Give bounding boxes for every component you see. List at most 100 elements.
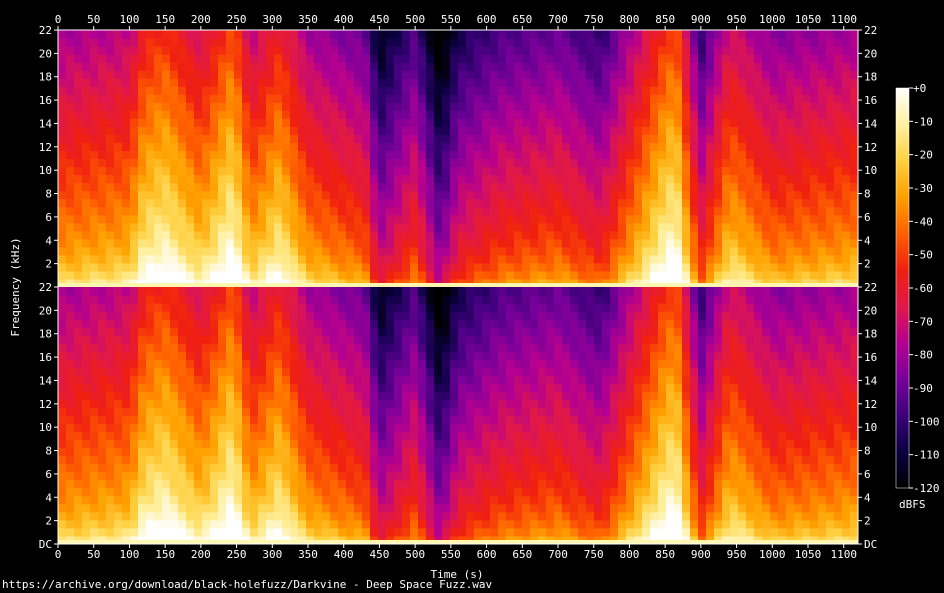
spectrogram-cell	[90, 62, 99, 71]
spectrogram-cell	[362, 222, 371, 232]
spectrogram-cell	[130, 391, 139, 400]
spectrogram-cell	[218, 527, 227, 537]
spectrogram-cell	[418, 487, 427, 497]
spectrogram-cell	[442, 230, 451, 240]
spectrogram-cell	[426, 254, 435, 264]
spectrogram-cell	[58, 343, 67, 352]
spectrogram-cell	[394, 375, 403, 384]
spectrogram-cell	[130, 110, 139, 119]
spectrogram-cell	[362, 38, 371, 47]
spectrogram-cell	[338, 367, 347, 376]
spectrogram-cell	[578, 182, 587, 192]
spectrogram-cell	[242, 511, 251, 521]
spectrogram-cell	[506, 102, 515, 111]
spectrogram-cell	[770, 190, 779, 200]
spectrogram-cell	[434, 487, 443, 497]
spectrogram-cell	[658, 158, 667, 168]
spectrogram-cell	[226, 182, 235, 192]
spectrogram-cell	[386, 110, 395, 119]
spectrogram-cell	[226, 495, 235, 505]
spectrogram-cell	[322, 287, 331, 296]
spectrogram-cell	[314, 359, 323, 368]
spectrogram-cell	[402, 407, 411, 416]
spectrogram-cell	[178, 463, 187, 473]
spectrogram-cell	[74, 463, 83, 473]
spectrogram-cell	[674, 158, 683, 168]
spectrogram-cell	[354, 206, 363, 216]
spectrogram-cell	[698, 246, 707, 256]
spectrogram-cell	[266, 134, 275, 143]
spectrogram-cell	[714, 182, 723, 192]
spectrogram-cell	[250, 262, 259, 272]
spectrogram-cell	[498, 78, 507, 87]
spectrogram-cell	[66, 134, 75, 143]
spectrogram-cell	[314, 503, 323, 513]
spectrogram-cell	[274, 431, 283, 441]
spectrogram-cell	[466, 503, 475, 513]
spectrogram-cell	[626, 118, 635, 127]
spectrogram-cell	[730, 198, 739, 208]
spectrogram-cell	[842, 262, 851, 272]
spectrogram-cell	[202, 471, 211, 481]
spectrogram-cell	[58, 206, 67, 216]
spectrogram-cell	[250, 439, 259, 449]
spectrogram-cell	[666, 254, 675, 264]
spectrogram-cell	[314, 262, 323, 272]
spectrogram-cell	[554, 238, 563, 248]
spectrogram-cell	[82, 343, 91, 352]
spectrogram-cell	[698, 62, 707, 71]
spectrogram-cell	[786, 86, 795, 95]
spectrogram-cell	[330, 62, 339, 71]
spectrogram-cell	[594, 222, 603, 232]
spectrogram-cell	[354, 335, 363, 344]
spectrogram-cell	[330, 351, 339, 360]
spectrogram-cell	[714, 246, 723, 256]
spectrogram-cell	[786, 78, 795, 87]
spectrogram-cell	[114, 30, 123, 39]
spectrogram-cell	[826, 262, 835, 272]
spectrogram-cell	[282, 391, 291, 400]
spectrogram-cell	[410, 511, 419, 521]
spectrogram-cell	[530, 30, 539, 39]
spectrogram-cell	[106, 495, 115, 505]
spectrogram-cell	[594, 134, 603, 143]
spectrogram-cell	[282, 431, 291, 441]
spectrogram-cell	[306, 311, 315, 320]
spectrogram-cell	[626, 214, 635, 224]
spectrogram-cell	[746, 254, 755, 264]
spectrogram-cell	[826, 222, 835, 232]
spectrogram-cell	[66, 94, 75, 103]
spectrogram-cell	[170, 351, 179, 360]
spectrogram-cell	[786, 150, 795, 159]
spectrogram-cell	[146, 110, 155, 119]
spectrogram-cell	[690, 158, 699, 168]
spectrogram-cell	[442, 78, 451, 87]
spectrogram-cell	[90, 351, 99, 360]
spectrogram-cell	[626, 70, 635, 79]
spectrogram-cell	[290, 142, 299, 151]
spectrogram-cell	[210, 335, 219, 344]
spectrogram-cell	[170, 38, 179, 47]
spectrogram-cell	[186, 287, 195, 296]
spectrogram-cell	[290, 463, 299, 473]
spectrogram-cell	[138, 230, 147, 240]
spectrogram-cell	[314, 94, 323, 103]
spectrogram-cell	[554, 118, 563, 127]
spectrogram-cell	[434, 319, 443, 328]
spectrogram-cell	[762, 238, 771, 248]
spectrogram-cell	[418, 335, 427, 344]
spectrogram-cell	[842, 182, 851, 192]
spectrogram-cell	[58, 415, 67, 425]
spectrogram-cell	[546, 158, 555, 168]
spectrogram-cell	[442, 222, 451, 232]
spectrogram-cell	[490, 190, 499, 200]
spectrogram-cell	[442, 407, 451, 416]
spectrogram-cell	[498, 102, 507, 111]
spectrogram-cell	[210, 327, 219, 336]
spectrogram-cell	[298, 190, 307, 200]
spectrogram-cell	[834, 142, 843, 151]
spectrogram-cell	[162, 30, 171, 39]
spectrogram-cell	[682, 238, 691, 248]
spectrogram-cell	[570, 142, 579, 151]
spectrogram-cell	[538, 246, 547, 256]
